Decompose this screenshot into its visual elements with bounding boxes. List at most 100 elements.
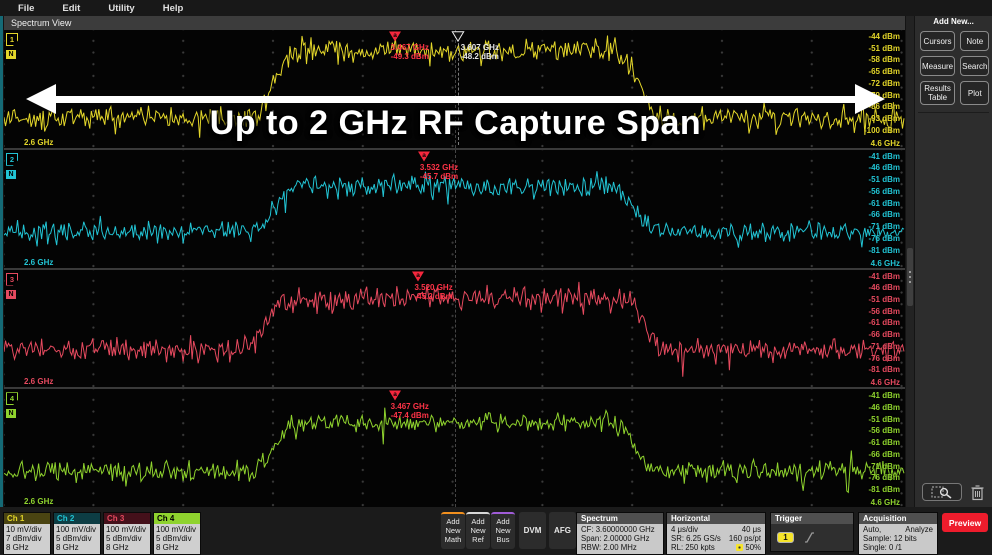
scrollbar-thumb[interactable] <box>907 248 913 306</box>
marker-triangle-icon: a <box>412 271 425 282</box>
acquisition-badge-body: Auto,Analyze Sample: 12 bits Single: 0 /… <box>859 524 937 554</box>
stop-frequency-label: 4.6 GHz <box>871 378 900 387</box>
db-label: -66 dBm <box>868 450 900 459</box>
spectrum-badge-header: Spectrum <box>577 513 663 524</box>
reference-marker-line <box>458 43 459 145</box>
db-label: -76 dBm <box>868 473 900 482</box>
marker-triangle-icon: a <box>388 31 401 42</box>
stop-frequency-label: 4.6 GHz <box>871 498 900 507</box>
right-panel: Tek/tronix Add New... CursorsNoteMeasure… <box>915 0 992 507</box>
db-label: -93 dBm <box>868 114 900 123</box>
spectrum-trace-ch3 <box>4 270 905 388</box>
dvm-button[interactable]: DVM <box>519 512 546 549</box>
channel-badge-body: 100 mV/div5 dBm/div8 GHz <box>104 524 150 554</box>
db-label: -79 dBm <box>868 91 900 100</box>
db-label: -41 dBm <box>868 272 900 281</box>
acquisition-badge[interactable]: Acquisition Auto,Analyze Sample: 12 bits… <box>858 512 938 555</box>
trigger-badge[interactable]: Trigger 1 <box>770 512 854 552</box>
spectrum-panel-ch4: 4 N -41 dBm-46 dBm-51 dBm-56 dBm-61 dBm-… <box>4 389 905 507</box>
panel-button[interactable]: Measure <box>920 56 955 76</box>
add-new-label: Add New... <box>915 17 992 26</box>
db-label: -81 dBm <box>868 246 900 255</box>
trace-type-badge-ch1: N <box>6 50 16 59</box>
horizontal-badge-header: Horizontal <box>667 513 765 524</box>
reference-marker-triangle-icon <box>451 31 464 42</box>
panel-button[interactable]: Note <box>960 31 989 51</box>
db-label: -72 dBm <box>868 79 900 88</box>
menu-bar: File Edit Utility Help <box>0 0 992 16</box>
panel-divider <box>918 112 989 113</box>
channel-badge-header: Ch 3 <box>104 513 150 524</box>
db-label: -61 dBm <box>868 199 900 208</box>
trigger-slope-icon <box>804 532 815 543</box>
db-label: -51 dBm <box>868 295 900 304</box>
channel-badge-body: 100 mV/div5 dBm/div8 GHz <box>54 524 100 554</box>
db-label: -46 dBm <box>868 283 900 292</box>
db-label: -44 dBm <box>868 32 900 41</box>
trash-icon[interactable] <box>970 484 985 501</box>
channel-badge-header: Ch 2 <box>54 513 100 524</box>
db-label: -46 dBm <box>868 403 900 412</box>
channel-badge-body: 100 mV/div5 dBm/div8 GHz <box>154 524 200 554</box>
menu-item[interactable]: Utility <box>108 3 134 14</box>
trace-type-badge-ch2: N <box>6 170 16 179</box>
db-label: -71 dBm <box>868 342 900 351</box>
vertical-scrollbar[interactable] <box>906 16 914 507</box>
svg-text:a: a <box>393 32 397 39</box>
spectrum-trace-ch4 <box>4 389 905 507</box>
panel-button[interactable]: Search <box>960 56 989 76</box>
marker-readout: 3.532 GHz-45.7 dBm <box>420 163 458 181</box>
start-frequency-label: 2.6 GHz <box>24 377 53 386</box>
panel-button[interactable]: Cursors <box>920 31 955 51</box>
amplitude-axis-ch4: -41 dBm-46 dBm-51 dBm-56 dBm-61 dBm-66 d… <box>868 391 900 494</box>
channel-badge-ch2[interactable]: Ch 2 100 mV/div5 dBm/div8 GHz <box>53 512 101 555</box>
db-label: -86 dBm <box>868 102 900 111</box>
panel-button[interactable]: Plot <box>960 81 989 105</box>
spectrum-view-title: Spectrum View <box>4 16 905 30</box>
channel-badge-ch4[interactable]: Ch 4 100 mV/div5 dBm/div8 GHz <box>153 512 201 555</box>
add-new-bus-button[interactable]: AddNewBus <box>491 512 515 549</box>
svg-text:a: a <box>417 272 421 279</box>
panel-button[interactable]: Results Table <box>920 81 955 105</box>
spectrum-panel-ch2: 2 N -41 dBm-46 dBm-51 dBm-56 dBm-61 dBm-… <box>4 150 905 268</box>
db-label: -76 dBm <box>868 354 900 363</box>
start-frequency-label: 2.6 GHz <box>24 258 53 267</box>
db-label: -81 dBm <box>868 485 900 494</box>
add-new-ref-button[interactable]: AddNewRef <box>466 512 490 549</box>
channel-badge-ch1[interactable]: Ch 1 10 mV/div7 dBm/div8 GHz <box>3 512 51 555</box>
menu-item[interactable]: Help <box>163 3 184 14</box>
horizontal-badge-body: 4 μs/div40 μs SR: 6.25 GS/s160 ps/pt RL:… <box>667 524 765 554</box>
start-frequency-label: 2.6 GHz <box>24 138 53 147</box>
spectrum-trace-ch1 <box>4 30 905 148</box>
db-label: -56 dBm <box>868 307 900 316</box>
spectrum-panels: 1 N -44 dBm-51 dBm-58 dBm-65 dBm-72 dBm-… <box>4 30 905 507</box>
marker-triangle-icon: a <box>388 390 401 401</box>
channel-badge-ch3[interactable]: Ch 3 100 mV/div5 dBm/div8 GHz <box>103 512 151 555</box>
spectrum-badge[interactable]: Spectrum CF: 3.60000000 GHz Span: 2.0000… <box>576 512 664 555</box>
db-label: -71 dBm <box>868 222 900 231</box>
zoom-box-icon <box>931 486 953 499</box>
db-label: -56 dBm <box>868 426 900 435</box>
db-label: -76 dBm <box>868 234 900 243</box>
spectrum-view-display: Spectrum View 1 N -44 dBm-51 dBm-58 dBm-… <box>4 16 905 507</box>
spectrum-badge-body: CF: 3.60000000 GHz Span: 2.00000 GHz RBW… <box>577 524 663 554</box>
db-label: -71 dBm <box>868 462 900 471</box>
db-label: -46 dBm <box>868 163 900 172</box>
db-label: -41 dBm <box>868 152 900 161</box>
add-new-math-button[interactable]: AddNewMath <box>441 512 465 549</box>
amplitude-axis-ch1: -44 dBm-51 dBm-58 dBm-65 dBm-72 dBm-79 d… <box>864 32 900 135</box>
bottom-bar: Ch 1 10 mV/div7 dBm/div8 GHz Ch 2 100 mV… <box>0 507 992 555</box>
menu-item[interactable]: File <box>18 3 34 14</box>
horizontal-badge[interactable]: Horizontal 4 μs/div40 μs SR: 6.25 GS/s16… <box>666 512 766 555</box>
screen-edge-strip <box>0 14 3 555</box>
svg-text:a: a <box>422 152 426 159</box>
zoom-tool-button[interactable] <box>922 483 962 501</box>
preview-button[interactable]: Preview <box>942 513 988 532</box>
acquisition-badge-header: Acquisition <box>859 513 937 524</box>
menu-item[interactable]: Edit <box>62 3 80 14</box>
stop-frequency-label: 4.6 GHz <box>871 259 900 268</box>
db-label: -51 dBm <box>868 175 900 184</box>
reference-marker-readout: 3.607 GHz-48.2 dBm <box>461 43 499 61</box>
trigger-source-pill: 1 <box>777 532 794 543</box>
afg-button[interactable]: AFG <box>549 512 576 549</box>
